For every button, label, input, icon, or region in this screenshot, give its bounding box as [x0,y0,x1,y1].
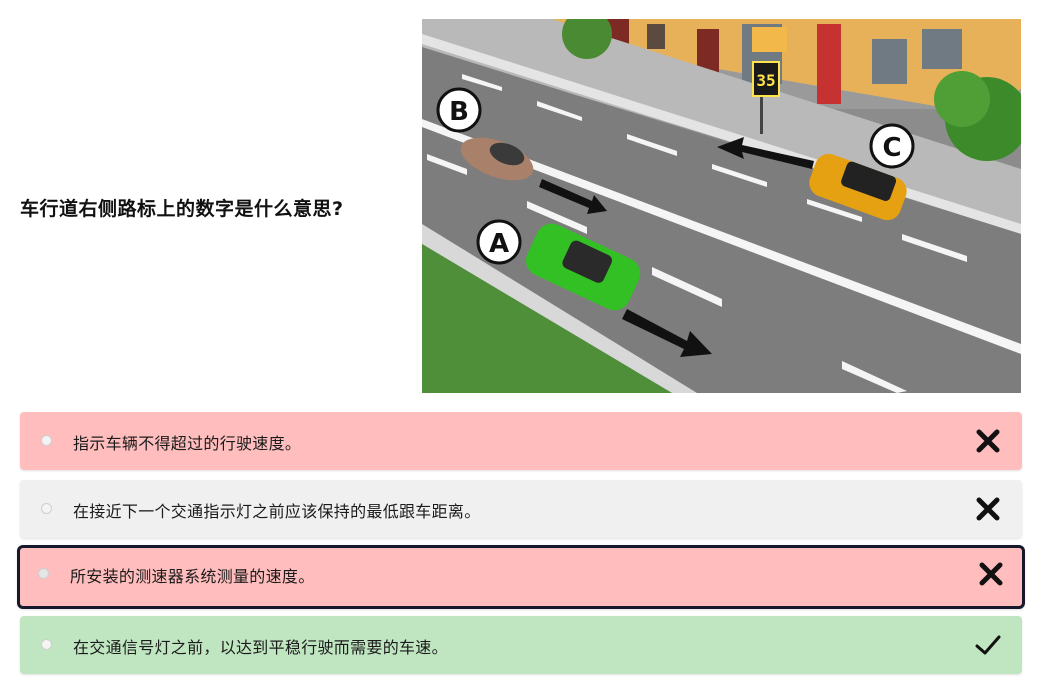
sign-number: 35 [756,71,775,90]
svg-text:C: C [882,133,901,163]
radio-button[interactable] [41,503,52,514]
answer-option-1[interactable]: 指示车辆不得超过的行驶速度。 [20,412,1022,470]
radio-button[interactable] [41,639,52,650]
svg-text:B: B [449,97,469,127]
answer-option-2[interactable]: 在接近下一个交通指示灯之前应该保持的最低跟车距离。 [20,480,1022,538]
check-icon [975,635,1001,655]
answer-text: 在交通信号灯之前，以达到平稳行驶而需要的车速。 [73,638,448,657]
answer-text: 在接近下一个交通指示灯之前应该保持的最低跟车距离。 [73,502,481,521]
answer-option-4[interactable]: 在交通信号灯之前，以达到平稳行驶而需要的车速。 [20,616,1022,674]
cross-icon [976,497,1000,521]
radio-button[interactable] [38,568,49,579]
road-scene-image: 35 B A C [422,19,1021,393]
cross-icon [979,562,1003,586]
answer-list: 指示车辆不得超过的行驶速度。 在接近下一个交通指示灯之前应该保持的最低跟车距离。… [17,412,1025,684]
cross-icon [976,429,1000,453]
answer-option-3[interactable]: 所安装的测速器系统测量的速度。 [17,545,1025,609]
answer-text: 指示车辆不得超过的行驶速度。 [73,434,302,453]
question-illustration: 35 B A C [422,19,1021,393]
radio-button[interactable] [41,435,52,446]
question-text: 车行道右侧路标上的数字是什么意思? [20,198,344,220]
answer-text: 所安装的测速器系统测量的速度。 [70,567,315,586]
svg-text:A: A [489,229,509,259]
